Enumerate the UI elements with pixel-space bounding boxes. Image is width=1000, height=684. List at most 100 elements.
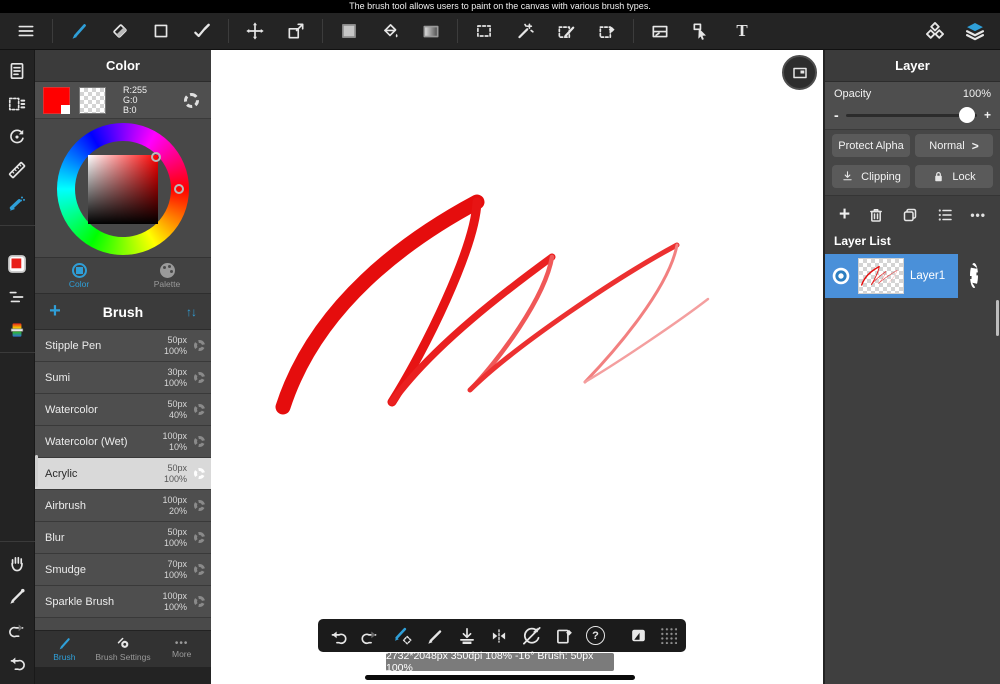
add-layer-button[interactable]: + <box>839 206 850 224</box>
blend-mode-button[interactable]: Normal > <box>915 134 993 157</box>
layer-more-button[interactable]: ••• <box>970 208 986 222</box>
divider <box>0 352 35 353</box>
brush-list-item[interactable]: Watercolor 50px 40% <box>35 394 211 426</box>
color-swatch-icon[interactable] <box>5 252 29 276</box>
brush-settings-gear-icon[interactable] <box>194 532 205 543</box>
eyedropper-icon[interactable] <box>5 584 29 608</box>
flip-horizontal-icon[interactable] <box>489 625 509 646</box>
clipping-button[interactable]: Clipping <box>832 165 910 188</box>
protect-alpha-button[interactable]: Protect Alpha <box>832 134 910 157</box>
operation-cursor-icon[interactable] <box>690 20 712 42</box>
brush-settings-gear-icon[interactable] <box>194 340 205 351</box>
brush-list-item[interactable]: Sparkle Brush 100px 100% <box>35 586 211 618</box>
airbrush-icon[interactable] <box>5 191 29 215</box>
lock-button[interactable]: Lock <box>915 165 993 188</box>
layer-visibility-eye-icon[interactable] <box>830 265 852 287</box>
select-rectangle-icon[interactable] <box>473 20 495 42</box>
background-color-swatch[interactable] <box>79 87 106 114</box>
brush-name: Sumi <box>45 372 164 384</box>
pen-icon[interactable] <box>425 625 445 646</box>
document-icon[interactable] <box>5 59 29 83</box>
brush-settings-tab-icon <box>116 636 131 651</box>
tab-brush[interactable]: Brush <box>35 631 94 667</box>
select-eraser-icon[interactable] <box>596 20 618 42</box>
brush-list-item[interactable]: Sumi 30px 100% <box>35 362 211 394</box>
rotate-disabled-icon[interactable] <box>521 625 542 646</box>
undo-icon[interactable] <box>5 650 29 674</box>
brush-list-item[interactable]: Airbrush 100px 20% <box>35 490 211 522</box>
brush-opacity: 100% <box>164 570 187 580</box>
layers-icon[interactable] <box>964 20 986 42</box>
brush-settings-gear-icon[interactable] <box>194 500 205 511</box>
brush-list-icon[interactable] <box>5 285 29 309</box>
clear-icon[interactable] <box>554 625 574 646</box>
split-view-icon[interactable] <box>649 20 671 42</box>
opacity-minus-button[interactable]: - <box>834 107 839 123</box>
redo-icon[interactable] <box>5 617 29 641</box>
tab-brush-settings[interactable]: Brush Settings <box>94 631 153 667</box>
foreground-color-swatch[interactable] <box>43 87 70 114</box>
undo-icon[interactable] <box>328 625 348 646</box>
duplicate-layer-button[interactable] <box>901 206 919 224</box>
brush-list-item[interactable]: Blur 50px 100% <box>35 522 211 554</box>
color-settings-gear-icon[interactable] <box>184 93 199 108</box>
redo-icon[interactable] <box>360 625 380 646</box>
brush-settings-gear-icon[interactable] <box>194 404 205 415</box>
hand-tool-icon[interactable] <box>5 551 29 575</box>
fill-square-icon[interactable] <box>338 20 360 42</box>
brush-list-item[interactable]: Smudge 70px 100% <box>35 554 211 586</box>
opacity-slider-knob[interactable] <box>959 107 975 123</box>
brush-settings-gear-icon[interactable] <box>194 372 205 383</box>
brush-tool-icon[interactable] <box>68 20 90 42</box>
opacity-slider[interactable] <box>846 114 977 117</box>
ruler-icon[interactable] <box>5 158 29 182</box>
help-icon[interactable]: ? <box>586 625 605 646</box>
tab-color[interactable]: Color <box>35 258 123 293</box>
material-icon[interactable] <box>924 20 946 42</box>
hide-panels-button[interactable] <box>782 55 817 90</box>
brush-settings-gear-icon[interactable] <box>194 468 205 479</box>
rotate-reset-icon[interactable] <box>5 125 29 149</box>
magic-wand-icon[interactable] <box>514 20 536 42</box>
delete-layer-button[interactable] <box>867 206 885 224</box>
brush-toggle-icon[interactable] <box>392 625 413 646</box>
image-toggle-icon[interactable] <box>629 625 648 646</box>
menu-icon[interactable] <box>15 20 37 42</box>
tab-more[interactable]: ••• More <box>152 631 211 667</box>
sv-picker-dot[interactable] <box>151 152 161 162</box>
drag-handle-icon[interactable] <box>660 625 677 646</box>
brush-list-item[interactable]: Acrylic 50px 100% <box>35 458 211 490</box>
hue-picker-dot[interactable] <box>174 184 184 194</box>
palette-mixer-icon[interactable] <box>5 318 29 342</box>
brush-settings-gear-icon[interactable] <box>194 564 205 575</box>
correction-tool-icon[interactable] <box>191 20 213 42</box>
canvas[interactable] <box>211 50 823 684</box>
layer-row[interactable]: Layer1 <box>825 254 958 298</box>
brush-settings-gear-icon[interactable] <box>194 596 205 607</box>
select-menu-icon[interactable] <box>5 92 29 116</box>
brush-list-item[interactable]: Watercolor (Wet) 100px 10% <box>35 426 211 458</box>
paint-bucket-icon[interactable] <box>379 20 401 42</box>
tab-palette[interactable]: Palette <box>123 258 211 293</box>
brush-list-item[interactable]: Stipple Pen 50px 100% <box>35 330 211 362</box>
layer-settings-gear-icon[interactable] <box>970 267 978 285</box>
add-brush-button[interactable]: + <box>35 300 75 323</box>
layer-panel-scrollbar[interactable] <box>996 300 999 336</box>
eraser-tool-icon[interactable] <box>109 20 131 42</box>
brush-name: Watercolor (Wet) <box>45 436 162 448</box>
move-tool-icon[interactable] <box>244 20 266 42</box>
saturation-value-square[interactable] <box>88 155 158 224</box>
select-pen-icon[interactable] <box>555 20 577 42</box>
layer-list-view-button[interactable] <box>936 206 954 224</box>
brush-sort-button[interactable]: ↑↓ <box>171 305 211 319</box>
shape-tool-icon[interactable] <box>150 20 172 42</box>
text-tool-icon[interactable]: T <box>731 20 753 42</box>
brush-list-scrollbar[interactable] <box>35 455 38 487</box>
home-indicator[interactable] <box>365 675 635 680</box>
gradient-tool-icon[interactable] <box>420 20 442 42</box>
opacity-plus-button[interactable]: + <box>984 108 991 122</box>
transform-tool-icon[interactable] <box>285 20 307 42</box>
save-icon[interactable] <box>457 625 477 646</box>
window-icon <box>791 64 809 82</box>
brush-settings-gear-icon[interactable] <box>194 436 205 447</box>
